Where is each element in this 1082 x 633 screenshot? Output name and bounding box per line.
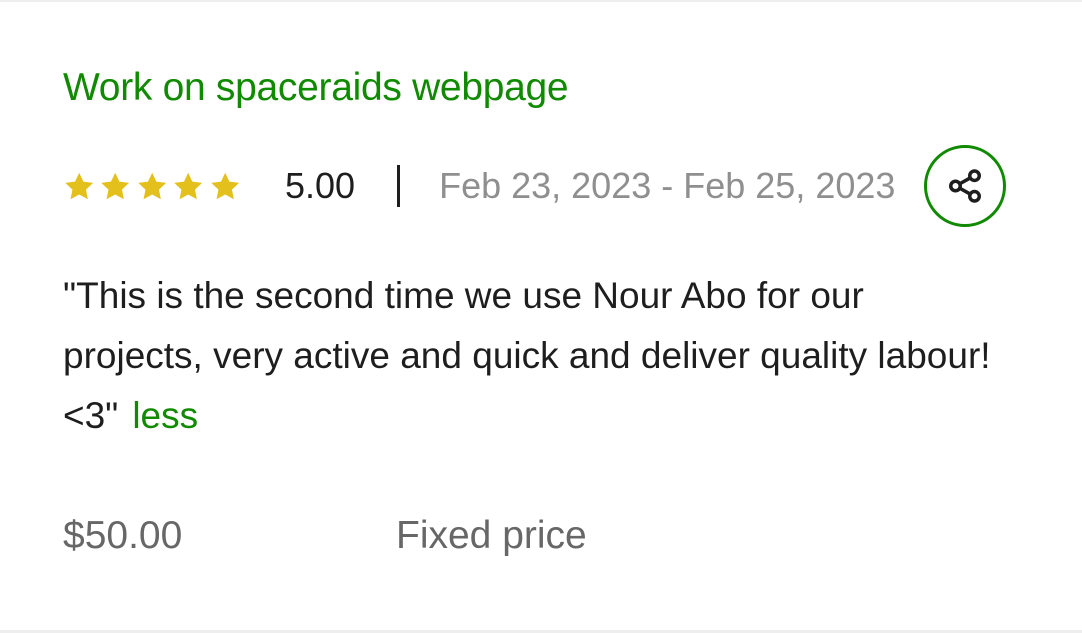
star-icon bbox=[101, 172, 130, 199]
star-rating bbox=[63, 170, 241, 203]
divider bbox=[397, 165, 401, 207]
less-toggle-link[interactable]: less bbox=[132, 395, 198, 436]
rating-date-row: 5.00 Feb 23, 2023 - Feb 25, 2023 bbox=[63, 162, 895, 210]
job-history-card: Work on spaceraids webpage 5.00 Feb 23, … bbox=[0, 0, 1082, 633]
share-icon bbox=[949, 169, 981, 203]
share-button[interactable] bbox=[924, 145, 1006, 227]
price-amount: $50.00 bbox=[63, 514, 183, 557]
rating-value: 5.00 bbox=[285, 165, 356, 206]
star-icon bbox=[210, 172, 239, 199]
star-icon bbox=[174, 172, 203, 199]
star-icon bbox=[65, 172, 94, 199]
job-title-link[interactable]: Work on spaceraids webpage bbox=[63, 66, 569, 110]
feedback-text-block: "This is the second time we use Nour Abo… bbox=[63, 266, 1003, 446]
star-icon bbox=[138, 172, 166, 199]
price-type: Fixed price bbox=[396, 514, 587, 557]
feedback-text: "This is the second time we use Nour Abo… bbox=[63, 275, 991, 436]
date-range: Feb 23, 2023 - Feb 25, 2023 bbox=[439, 165, 896, 206]
